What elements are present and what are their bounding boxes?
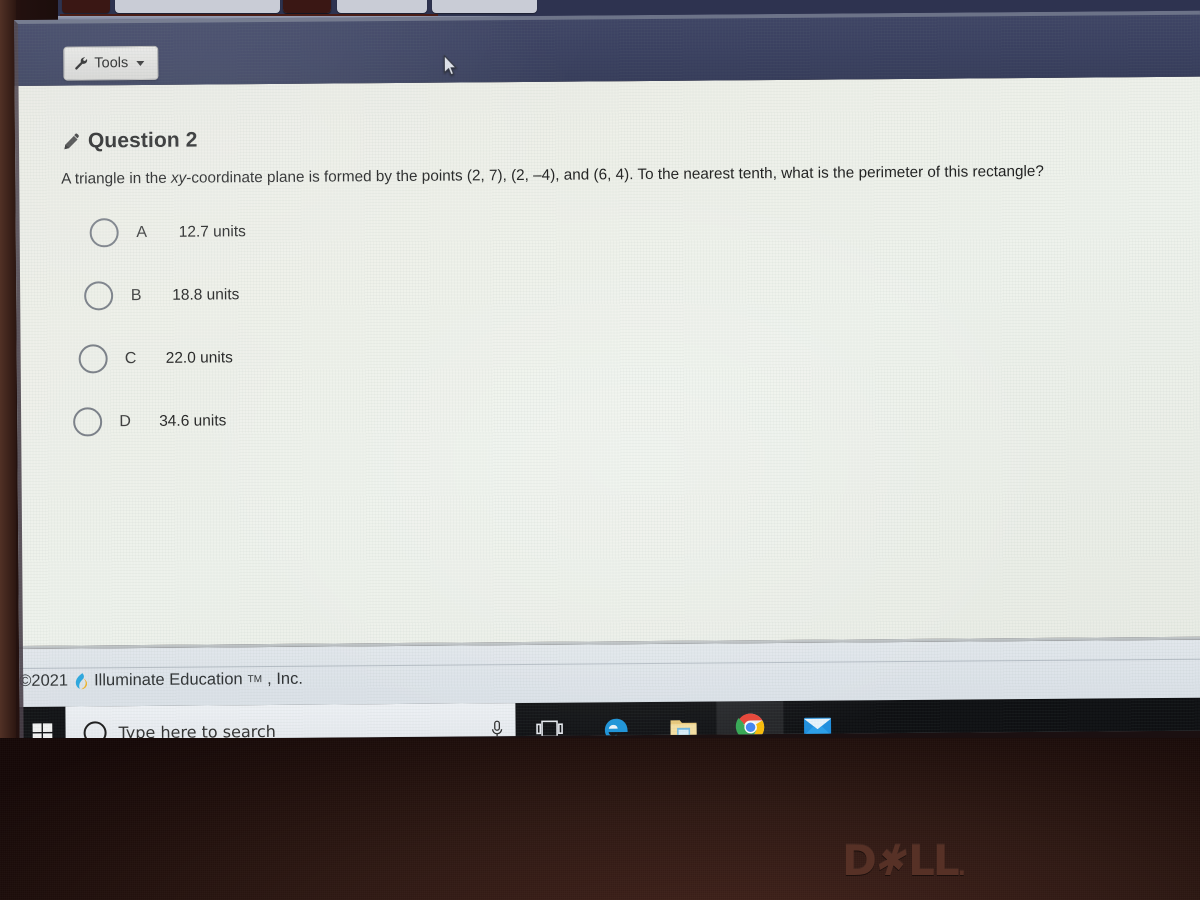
wrench-icon [74, 56, 88, 70]
choice-text-b: 18.8 units [172, 285, 240, 304]
copyright-year: ©2021 [19, 671, 69, 690]
question-content-panel: Question 2 A triangle in the xy-coordina… [14, 76, 1200, 646]
task-view-icon[interactable] [515, 703, 582, 740]
copyright-notice: ©2021 Illuminate Education TM , Inc. [19, 670, 303, 691]
laptop-palmrest [0, 738, 1200, 900]
edge-icon[interactable] [582, 702, 649, 740]
illuminate-flame-logo [73, 672, 89, 690]
app-header-bar: Tools [14, 10, 1200, 86]
company-name: Illuminate Education [93, 670, 243, 690]
choice-letter-b: B [130, 286, 142, 304]
company-suffix: , Inc. [267, 669, 303, 689]
prompt-variable-xy: xy [170, 169, 187, 187]
pencil-icon [63, 132, 81, 150]
answer-choice-b[interactable]: B 18.8 units [84, 261, 582, 328]
answer-choice-list: A 12.7 units B 18.8 units C 22.0 units D… [61, 198, 583, 454]
radio-button-a[interactable] [89, 218, 119, 248]
answer-choice-c[interactable]: C 22.0 units [78, 324, 582, 391]
folder-icon[interactable] [649, 702, 716, 740]
dell-logo-text: D✱LL. [842, 836, 966, 885]
laptop-screen: Tools Question 2 A triangle in the xy-co… [14, 10, 1200, 740]
radio-button-d[interactable] [73, 407, 103, 437]
mouse-pointer-icon [442, 54, 458, 79]
radio-button-c[interactable] [78, 344, 108, 374]
keyboard-key [115, 0, 280, 13]
search-input-placeholder[interactable]: Type here to search [119, 720, 479, 740]
chrome-icon[interactable] [716, 700, 784, 740]
prompt-segment-1: A triangle in the [61, 169, 172, 188]
keyboard-key [337, 0, 427, 13]
question-prompt: A triangle in the xy-coordinate plane is… [61, 161, 1187, 190]
dell-brand-logo: D✱LL. [842, 836, 966, 885]
taskbar-app-icons [515, 700, 850, 740]
photo-scene: Tools Question 2 A triangle in the xy-co… [0, 0, 1200, 900]
choice-letter-a: A [136, 223, 148, 241]
keyboard-key [283, 0, 331, 13]
choice-letter-d: D [119, 412, 132, 430]
trademark-symbol: TM [247, 674, 263, 686]
microphone-icon[interactable] [491, 720, 504, 739]
answer-choice-a[interactable]: A 12.7 units [89, 198, 581, 265]
taskbar-search-box[interactable]: Type here to search [65, 703, 516, 740]
question-header: Question 2 [63, 129, 198, 154]
question-title: Question 2 [87, 128, 198, 153]
tools-button-label: Tools [94, 55, 129, 72]
choice-text-d: 34.6 units [159, 411, 227, 430]
tools-menu-button[interactable]: Tools [63, 45, 159, 81]
answer-choice-d[interactable]: D 34.6 units [73, 387, 583, 454]
mail-envelope-icon[interactable] [783, 700, 850, 740]
keyboard-key [432, 0, 537, 13]
radio-button-b[interactable] [84, 281, 114, 311]
choice-text-a: 12.7 units [178, 222, 246, 241]
chevron-down-icon [136, 60, 145, 66]
choice-letter-c: C [124, 349, 137, 367]
prompt-segment-2: -coordinate plane is formed by the point… [186, 162, 1044, 187]
keyboard-key [62, 0, 110, 13]
windows-start-icon[interactable] [19, 707, 65, 740]
choice-text-c: 22.0 units [165, 348, 233, 367]
